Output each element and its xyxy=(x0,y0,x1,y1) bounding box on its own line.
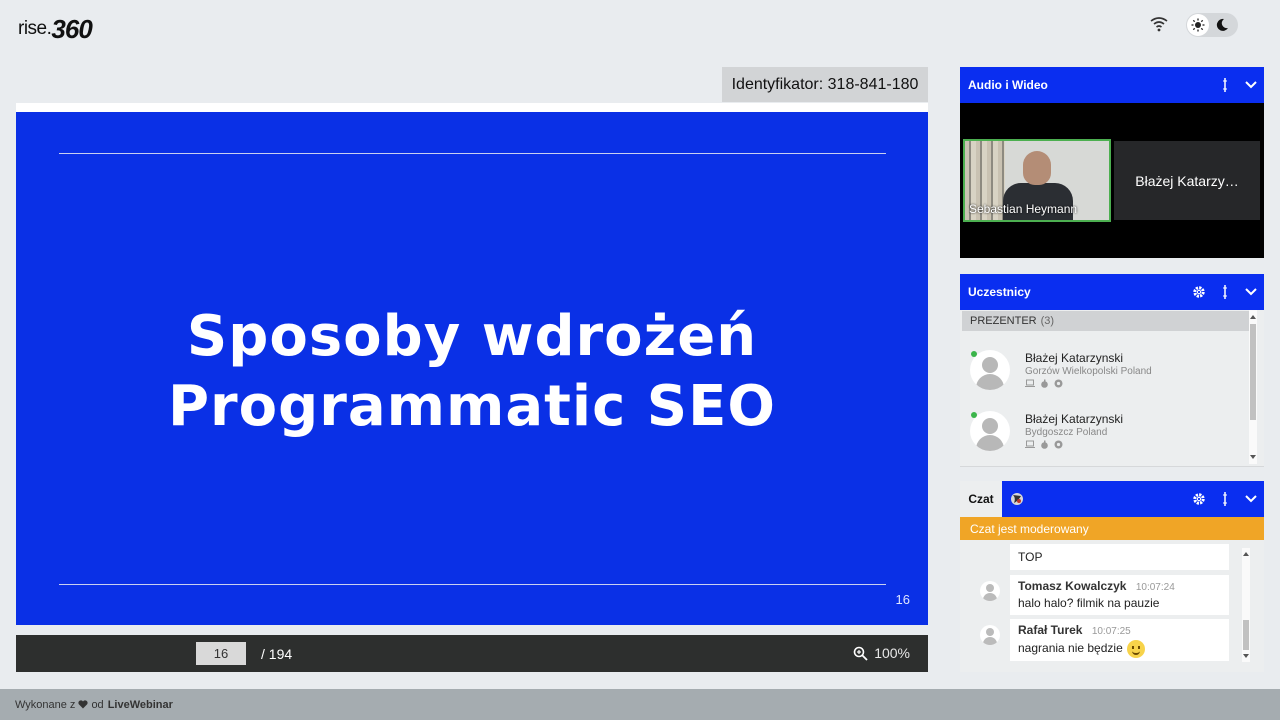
page-number-input[interactable] xyxy=(196,642,246,665)
chat-message-author: Rafał Turek xyxy=(1018,623,1083,637)
online-status-dot xyxy=(971,412,977,418)
participant-devices xyxy=(1025,440,1063,449)
audio-video-body: Sebastian Heymann Błażej Katarzy… xyxy=(960,103,1264,258)
scroll-up-icon[interactable] xyxy=(1249,313,1257,321)
zoom-control[interactable]: 100% xyxy=(853,645,910,661)
chat-moderated-notice: Czat jest moderowany xyxy=(960,517,1264,540)
chrome-icon xyxy=(1054,379,1063,388)
globe-icon[interactable] xyxy=(1010,492,1024,506)
drag-handle-icon[interactable] xyxy=(1212,481,1238,517)
group-label: PREZENTER xyxy=(970,315,1037,327)
meeting-id: Identyfikator: 318-841-180 xyxy=(722,67,928,102)
sun-icon xyxy=(1187,14,1209,36)
wifi-icon xyxy=(1150,17,1168,32)
video-tile-name: Sebastian Heymann xyxy=(969,202,1078,216)
zoom-level: 100% xyxy=(874,645,910,661)
heart-icon xyxy=(78,700,89,709)
participant-devices xyxy=(1025,379,1063,388)
drag-handle-icon[interactable] xyxy=(1212,274,1238,310)
presentation-controls: / 194 100% xyxy=(16,635,928,672)
participants-title: Uczestnicy xyxy=(968,285,1031,299)
slide-title: Sposoby wdrożeń Programmatic SEO xyxy=(16,302,928,442)
chrome-icon xyxy=(1054,440,1063,449)
panel-divider xyxy=(960,466,1264,467)
audio-video-header: Audio i Wideo xyxy=(960,67,1264,103)
footer-brand-link[interactable]: LiveWebinar xyxy=(108,699,173,711)
app-logo: rise. 360 xyxy=(18,12,93,44)
chat-message: Tomasz Kowalczyk 10:07:24 halo halo? fil… xyxy=(1010,575,1229,615)
participants-header: Uczestnicy xyxy=(960,274,1264,310)
video-tile-active[interactable]: Sebastian Heymann xyxy=(963,139,1111,222)
slide-rule-bottom xyxy=(59,584,886,585)
drag-handle-icon[interactable] xyxy=(1212,67,1238,103)
scroll-thumb[interactable] xyxy=(1243,620,1249,650)
participant-group-presenter[interactable]: PREZENTER (3) xyxy=(962,311,1249,331)
theme-toggle[interactable] xyxy=(1186,13,1238,37)
chat-header xyxy=(1002,481,1264,517)
group-count: (3) xyxy=(1040,315,1055,327)
scroll-down-icon[interactable] xyxy=(1242,652,1250,660)
participant-name: Błażej Katarzynski xyxy=(1025,412,1124,426)
participant-item[interactable]: Błażej Katarzynski Bydgoszcz Poland xyxy=(960,399,1250,459)
tab-chat[interactable]: Czat xyxy=(960,481,1002,517)
zoom-in-icon xyxy=(853,646,868,661)
footer: Wykonane z od LiveWebinar xyxy=(0,689,1280,720)
logo-text-part1: rise. xyxy=(18,18,52,39)
online-status-dot xyxy=(971,351,977,357)
video-person-head xyxy=(1023,151,1051,185)
chat-message: Rafał Turek 10:07:25 nagrania nie będzie xyxy=(1010,619,1229,661)
participants-list: PREZENTER (3) Błażej Katarzynski Gorzów … xyxy=(960,310,1264,466)
gear-icon[interactable] xyxy=(1186,274,1212,310)
footer-made-with: Wykonane z xyxy=(15,698,76,711)
chat-message-text: TOP xyxy=(1018,550,1043,564)
smiley-emoji-icon xyxy=(1126,640,1145,658)
chat-message-time: 10:07:25 xyxy=(1091,626,1131,637)
avatar xyxy=(980,625,1000,645)
participant-location: Gorzów Wielkopolski Poland xyxy=(1025,366,1152,377)
apple-icon xyxy=(1041,379,1048,388)
presentation-slide: Sposoby wdrożeń Programmatic SEO 16 xyxy=(16,112,928,625)
total-pages: / 194 xyxy=(261,646,293,662)
slide-rule-top xyxy=(59,153,886,154)
slide-title-line1: Sposoby wdrożeń xyxy=(186,304,758,369)
chat-messages: TOP Tomasz Kowalczyk 10:07:24 halo halo?… xyxy=(960,540,1264,672)
scroll-down-icon[interactable] xyxy=(1249,453,1257,461)
chevron-down-icon[interactable] xyxy=(1238,274,1264,310)
logo-text-part2: 360 xyxy=(51,14,92,44)
chat-header-spacer xyxy=(1010,492,1186,506)
scroll-up-icon[interactable] xyxy=(1242,550,1250,558)
participant-item[interactable]: Błażej Katarzynski Gorzów Wielkopolski P… xyxy=(960,338,1250,398)
chat-message-text: nagrania nie będzie xyxy=(1018,641,1123,656)
video-tile-audio-only[interactable]: Błażej Katarzy… xyxy=(1114,141,1260,220)
chat-message-text-row: nagrania nie będzie xyxy=(1018,640,1221,658)
participant-name: Błażej Katarzynski xyxy=(1025,351,1124,365)
scroll-thumb[interactable] xyxy=(1250,324,1256,420)
avatar xyxy=(980,581,1000,601)
chat-message-text: halo halo? filmik na pauzie xyxy=(1018,596,1160,610)
chevron-down-icon[interactable] xyxy=(1238,67,1264,103)
participant-location: Bydgoszcz Poland xyxy=(1025,427,1108,438)
video-tile-name: Błażej Katarzy… xyxy=(1135,172,1239,189)
chat-message-author: Tomasz Kowalczyk xyxy=(1018,579,1127,593)
audio-video-title: Audio i Wideo xyxy=(968,78,1048,92)
laptop-icon xyxy=(1025,379,1035,387)
slide-title-line2: Programmatic SEO xyxy=(168,374,776,439)
footer-by: od xyxy=(91,698,104,711)
participants-scrollbar[interactable] xyxy=(1249,310,1257,464)
gear-icon[interactable] xyxy=(1186,481,1212,517)
chat-message: TOP xyxy=(1010,544,1229,570)
chat-scrollbar[interactable] xyxy=(1242,548,1250,662)
apple-icon xyxy=(1041,440,1048,449)
chevron-down-icon[interactable] xyxy=(1238,481,1264,517)
moon-icon xyxy=(1215,18,1229,32)
laptop-icon xyxy=(1025,440,1035,448)
slide-page-number: 16 xyxy=(895,592,910,607)
chat-message-time: 10:07:24 xyxy=(1135,582,1175,593)
